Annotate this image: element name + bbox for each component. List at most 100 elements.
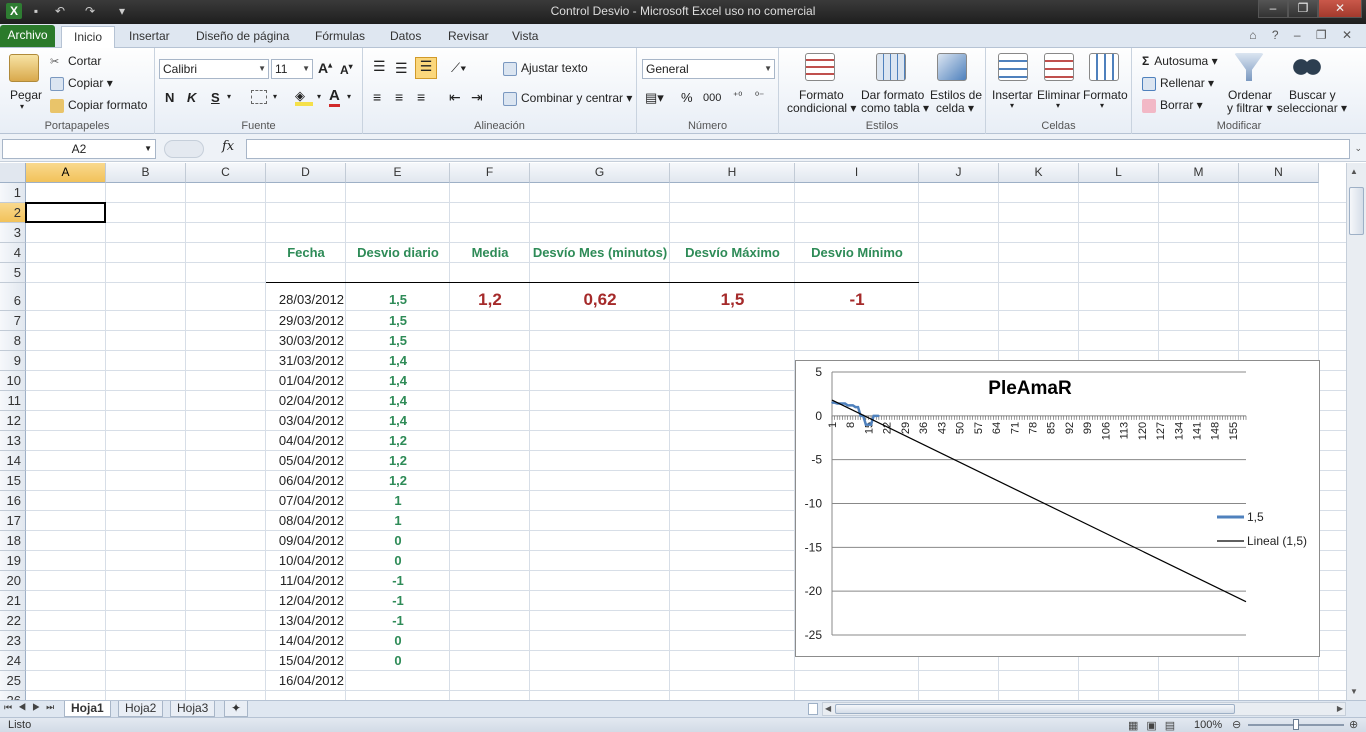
- date-cell[interactable]: 02/04/2012: [266, 391, 346, 411]
- delete-dropdown-icon[interactable]: ▾: [1056, 101, 1060, 110]
- column-header-k[interactable]: K: [999, 163, 1079, 183]
- desvio-cell[interactable]: 1,4: [346, 371, 450, 391]
- desvio-mes-value[interactable]: 0,62: [530, 283, 670, 311]
- merge-center-button[interactable]: Combinar y centrar ▾: [503, 91, 632, 106]
- insert-dropdown-icon[interactable]: ▾: [1010, 101, 1014, 110]
- format-cells-icon[interactable]: [1089, 53, 1119, 81]
- row-header-5[interactable]: 5: [0, 263, 26, 283]
- row-header-22[interactable]: 22: [0, 611, 26, 631]
- date-cell[interactable]: 07/04/2012: [266, 491, 346, 511]
- wrap-text-button[interactable]: Ajustar texto: [503, 61, 588, 76]
- paste-icon[interactable]: [9, 54, 39, 82]
- date-cell[interactable]: 31/03/2012: [266, 351, 346, 371]
- header-media[interactable]: Media: [450, 243, 530, 263]
- delete-cells-button[interactable]: Eliminar: [1037, 88, 1080, 102]
- formula-input[interactable]: [246, 139, 1350, 159]
- date-cell[interactable]: 06/04/2012: [266, 471, 346, 491]
- row-header-6[interactable]: 6: [0, 283, 26, 311]
- column-header-b[interactable]: B: [106, 163, 186, 183]
- scroll-up-icon[interactable]: ▲: [1350, 167, 1358, 176]
- header-desvio-maximo[interactable]: Desvío Máximo: [670, 243, 795, 263]
- column-header-j[interactable]: J: [919, 163, 999, 183]
- row-header-25[interactable]: 25: [0, 671, 26, 691]
- sheet-navigation-icons[interactable]: ⏮◀▶⏭: [4, 702, 60, 713]
- date-cell[interactable]: 14/04/2012: [266, 631, 346, 651]
- orientation-icon[interactable]: ⟋▾: [451, 60, 466, 76]
- date-cell[interactable]: 13/04/2012: [266, 611, 346, 631]
- fill-color-icon[interactable]: ◈: [295, 88, 313, 106]
- date-cell[interactable]: 10/04/2012: [266, 551, 346, 571]
- desvio-cell[interactable]: 1,2: [346, 471, 450, 491]
- tab-insertar[interactable]: Insertar: [117, 26, 182, 48]
- sheet-tab-hoja1[interactable]: Hoja1: [64, 701, 111, 717]
- header-fecha[interactable]: Fecha: [266, 243, 346, 263]
- increase-decimal-icon[interactable]: ⁺⁰: [733, 91, 742, 102]
- font-color-icon[interactable]: A: [329, 87, 340, 107]
- date-cell[interactable]: 04/04/2012: [266, 431, 346, 451]
- tab-datos[interactable]: Datos: [378, 26, 433, 48]
- horizontal-scrollbar[interactable]: ◀ ▶: [822, 702, 1346, 716]
- date-cell[interactable]: 03/04/2012: [266, 411, 346, 431]
- column-header-f[interactable]: F: [450, 163, 530, 183]
- currency-icon[interactable]: ▤▾: [645, 90, 664, 106]
- find-select-label-2[interactable]: seleccionar ▾: [1277, 101, 1347, 115]
- paste-button[interactable]: Pegar: [10, 88, 42, 102]
- header-desvio-diario[interactable]: Desvio diario: [346, 243, 450, 263]
- date-cell[interactable]: 16/04/2012: [266, 671, 346, 691]
- row-header-4[interactable]: 4: [0, 243, 26, 263]
- header-desvio-minimo[interactable]: Desvio Mínimo: [795, 243, 919, 263]
- desvio-cell[interactable]: 1: [346, 511, 450, 531]
- thousands-button[interactable]: 000: [703, 92, 721, 104]
- sort-filter-label-1[interactable]: Ordenar: [1228, 88, 1272, 102]
- tab-revisar[interactable]: Revisar: [436, 26, 501, 48]
- binoculars-icon[interactable]: [1292, 53, 1322, 81]
- tab-formulas[interactable]: Fórmulas: [303, 26, 377, 48]
- column-header-n[interactable]: N: [1239, 163, 1319, 183]
- grow-font-icon[interactable]: A▴: [318, 60, 332, 76]
- format-cells-button[interactable]: Formato: [1083, 88, 1128, 102]
- sort-filter-label-2[interactable]: y filtrar ▾: [1227, 101, 1272, 115]
- expand-formula-icon[interactable]: ⌄: [1354, 143, 1362, 154]
- date-cell[interactable]: 30/03/2012: [266, 331, 346, 351]
- row-header-18[interactable]: 18: [0, 531, 26, 551]
- decrease-indent-icon[interactable]: ⇤: [449, 89, 461, 106]
- tab-vista[interactable]: Vista: [500, 26, 550, 48]
- desvio-minimo-value[interactable]: -1: [795, 283, 919, 311]
- row-header-13[interactable]: 13: [0, 431, 26, 451]
- desvio-cell[interactable]: -1: [346, 591, 450, 611]
- align-bottom-icon[interactable]: ☰: [415, 57, 437, 79]
- row-header-3[interactable]: 3: [0, 223, 26, 243]
- insert-cells-icon[interactable]: [998, 53, 1028, 81]
- row-header-12[interactable]: 12: [0, 411, 26, 431]
- desvio-cell[interactable]: 1,5: [346, 331, 450, 351]
- date-cell[interactable]: 28/03/2012: [266, 283, 346, 311]
- conditional-format-icon[interactable]: [805, 53, 835, 81]
- sort-filter-icon[interactable]: [1234, 53, 1264, 81]
- italic-button[interactable]: K: [187, 90, 196, 105]
- row-header-9[interactable]: 9: [0, 351, 26, 371]
- row-header-21[interactable]: 21: [0, 591, 26, 611]
- name-box[interactable]: A2 ▼: [2, 139, 156, 159]
- ribbon-window-controls[interactable]: ⌂ ? – ❐ ✕: [1249, 28, 1358, 42]
- cell-styles-label-2[interactable]: celda ▾: [936, 101, 974, 115]
- font-name-combo[interactable]: Calibri ▼: [159, 59, 269, 79]
- font-color-dropdown-icon[interactable]: ▾: [347, 92, 351, 101]
- row-header-19[interactable]: 19: [0, 551, 26, 571]
- format-table-label-2[interactable]: como tabla ▾: [861, 101, 929, 115]
- zoom-level[interactable]: 100%: [1194, 719, 1222, 731]
- tab-diseno-pagina[interactable]: Diseño de página: [184, 26, 301, 48]
- desvio-cell[interactable]: 0: [346, 551, 450, 571]
- view-buttons[interactable]: ▦▣▤: [1128, 719, 1183, 732]
- format-table-icon[interactable]: [876, 53, 906, 81]
- tab-archivo[interactable]: Archivo: [0, 25, 55, 47]
- spreadsheet-grid[interactable]: ABCDEFGHIJKLMN 1 2 3 4 5 6 7 8 9 10 11 12 13 14 15 16 17…: [0, 163, 1346, 700]
- tab-inicio[interactable]: Inicio: [61, 26, 116, 49]
- desvio-cell[interactable]: 0: [346, 531, 450, 551]
- insert-cells-button[interactable]: Insertar: [992, 88, 1033, 102]
- column-header-h[interactable]: H: [670, 163, 795, 183]
- insert-function-button[interactable]: fx: [222, 139, 234, 154]
- desvio-cell[interactable]: 0: [346, 631, 450, 651]
- vertical-scrollbar[interactable]: ▲ ▼: [1346, 163, 1366, 700]
- row-header-7[interactable]: 7: [0, 311, 26, 331]
- desvio-cell[interactable]: -1: [346, 611, 450, 631]
